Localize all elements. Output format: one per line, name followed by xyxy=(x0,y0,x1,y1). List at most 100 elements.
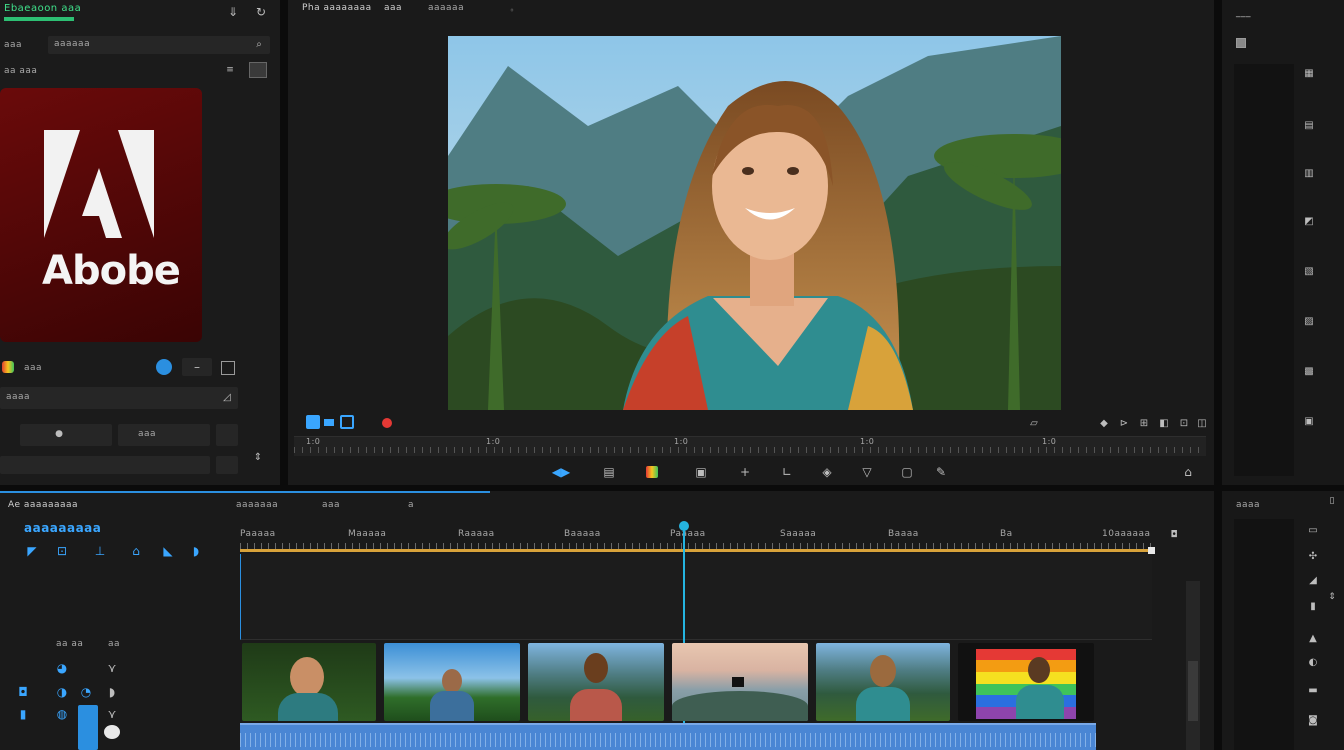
snap-icon[interactable]: ◤ xyxy=(24,543,40,559)
link-icon[interactable] xyxy=(156,359,172,375)
marker-clear-button[interactable] xyxy=(340,415,354,429)
tool-icon-c[interactable]: ⊞ xyxy=(1138,416,1150,430)
right-tool-6-icon[interactable]: ▨ xyxy=(1302,314,1316,328)
captions-icon[interactable]: ◣ xyxy=(160,543,176,559)
right-panel-menu-icon[interactable] xyxy=(1236,38,1246,48)
option-c[interactable] xyxy=(216,424,238,446)
zoom-tool-icon[interactable]: ◙ xyxy=(1306,713,1320,727)
right-tool-7-icon[interactable]: ▩ xyxy=(1302,364,1316,378)
track-sync-icon[interactable]: ◕ xyxy=(54,661,70,675)
refresh-icon[interactable]: ↻ xyxy=(252,3,270,21)
a1-target-icon[interactable]: ▮ xyxy=(16,707,30,721)
page-icon[interactable]: ▱ xyxy=(1028,416,1040,430)
color-label-icon[interactable] xyxy=(2,361,14,373)
timecode-display[interactable]: aaaaaaaaa xyxy=(24,521,101,535)
path-field[interactable]: aaaa ◿ xyxy=(0,387,238,409)
tool-icon-a[interactable]: ◆ xyxy=(1098,416,1110,430)
ripple-tool-icon[interactable]: ✣ xyxy=(1306,549,1320,563)
new-item-icon[interactable] xyxy=(221,361,235,375)
right-tool-4-icon[interactable]: ◩ xyxy=(1302,214,1316,228)
timeline-vscroll[interactable] xyxy=(1186,581,1200,750)
monitor-tab-1[interactable]: Pha aaaaaaaa xyxy=(302,3,372,13)
lift-icon[interactable]: ◈ xyxy=(818,464,836,480)
a1-mute-icon[interactable]: ⋎ xyxy=(104,707,120,721)
marker-out-button[interactable] xyxy=(324,419,334,426)
linked-selection-icon[interactable]: ⊡ xyxy=(54,543,70,559)
work-area-bar[interactable] xyxy=(240,549,1152,552)
option-a[interactable]: ● xyxy=(20,424,112,446)
safe-margin-icon[interactable]: ▢ xyxy=(898,464,916,480)
monitor-tab-3[interactable]: aaaaaa xyxy=(428,3,464,13)
option-b[interactable]: aaa xyxy=(118,424,210,446)
expand-icon[interactable]: ⇕ xyxy=(250,444,266,470)
sequence-icon[interactable]: ◗ xyxy=(188,543,204,559)
tool-icon-e[interactable]: ⊡ xyxy=(1178,416,1190,430)
list-view-icon[interactable]: ≡ xyxy=(224,62,236,78)
minus-button[interactable]: – xyxy=(182,358,212,376)
right-tool-8-icon[interactable]: ▣ xyxy=(1302,414,1316,428)
timeline-tab-b[interactable]: aaa xyxy=(322,500,340,510)
monitor-tab-2[interactable]: aaa xyxy=(384,3,402,13)
monitor-ruler[interactable]: 1:0 1:0 1:0 1:0 1:0 xyxy=(294,436,1206,456)
export-frame-icon[interactable]: ▣ xyxy=(692,464,710,480)
a1-active-toggle[interactable] xyxy=(78,705,98,750)
add-icon[interactable]: + xyxy=(736,464,754,480)
zoom-slider[interactable] xyxy=(0,456,210,474)
right-tool-3-icon[interactable]: ▥ xyxy=(1302,166,1316,180)
v1-eye-icon[interactable]: ◗ xyxy=(104,685,120,699)
timeline-vscroll-thumb[interactable] xyxy=(1188,661,1198,721)
extract-icon[interactable]: ▽ xyxy=(858,464,876,480)
timeline-ruler[interactable]: Paaaaa Maaaaa Raaaaa Baaaaa Paaaaa Saaaa… xyxy=(240,521,1160,554)
settings-wrench-icon[interactable]: ⌂ xyxy=(128,543,144,559)
tool-icon-f[interactable]: ◫ xyxy=(1196,416,1208,430)
monitor-menu-icon[interactable]: ◦ xyxy=(506,4,518,16)
timeline-tab-c[interactable]: a xyxy=(408,500,414,510)
timeline-tab-a[interactable]: aaaaaaa xyxy=(236,500,278,510)
trim-icon[interactable]: ∟ xyxy=(778,464,796,480)
divider-right[interactable] xyxy=(1214,0,1222,750)
v1-sync-icon[interactable]: ◑ xyxy=(54,685,70,699)
track-visibility-icon[interactable]: ⋎ xyxy=(104,661,120,675)
pen-icon[interactable]: ✎ xyxy=(932,464,950,480)
video-clip[interactable] xyxy=(958,643,1094,721)
button-editor-icon[interactable]: ⌂ xyxy=(1178,464,1198,480)
pen-tool-icon[interactable]: ▲ xyxy=(1306,631,1320,645)
a1-sync-icon[interactable]: ◍ xyxy=(54,707,70,721)
video-clip[interactable] xyxy=(384,643,520,721)
video-clip[interactable] xyxy=(242,643,376,721)
add-marker-icon[interactable]: ⊥ xyxy=(92,543,108,559)
tool-icon-d[interactable]: ◧ xyxy=(1158,416,1170,430)
v1-lock-icon[interactable]: ◔ xyxy=(78,685,94,699)
work-area-end-handle[interactable] xyxy=(1148,547,1155,554)
hand-tool-icon[interactable]: ◐ xyxy=(1306,655,1320,669)
slip-tool-icon[interactable]: ▮ xyxy=(1306,599,1320,613)
panel-close-icon[interactable]: ▯ xyxy=(1326,495,1338,507)
color-wheel-icon[interactable] xyxy=(646,466,658,478)
search-input[interactable]: aaaaaa ⌕ xyxy=(48,36,270,54)
pin-icon[interactable]: ⇓ xyxy=(224,3,242,21)
selection-tool-icon[interactable]: ▭ xyxy=(1306,523,1320,537)
play-toggle-icon[interactable]: ◀▶ xyxy=(552,464,570,480)
step-back-icon[interactable]: ▤ xyxy=(600,464,618,480)
tool-icon-b[interactable]: ⊳ xyxy=(1118,416,1130,430)
right-tool-2-icon[interactable]: ▤ xyxy=(1302,118,1316,132)
type-tool-icon[interactable]: ▬ xyxy=(1306,683,1320,697)
right-panel-title: ___ xyxy=(1236,8,1251,18)
marker-in-button[interactable] xyxy=(306,415,320,429)
video-clip[interactable] xyxy=(816,643,950,721)
right-tool-5-icon[interactable]: ▧ xyxy=(1302,264,1316,278)
grid-view-icon[interactable] xyxy=(249,62,267,78)
ruler-menu-icon[interactable]: ◘ xyxy=(1168,529,1180,541)
divider-left[interactable] xyxy=(280,0,288,486)
razor-tool-icon[interactable]: ◢ xyxy=(1306,573,1320,587)
media-thumbnail-logo[interactable]: Abobe xyxy=(0,88,202,342)
video-clip[interactable] xyxy=(672,643,808,721)
playhead-handle[interactable] xyxy=(679,521,689,531)
a1-solo-button[interactable] xyxy=(104,725,120,739)
right-tool-1-icon[interactable]: ▦ xyxy=(1302,66,1316,80)
video-clip[interactable] xyxy=(528,643,664,721)
v1-target-icon[interactable]: ◘ xyxy=(16,685,30,699)
settings-button[interactable] xyxy=(216,456,238,474)
audio-track-a1[interactable] xyxy=(240,723,1096,750)
panel-expand-icon[interactable]: ⇕ xyxy=(1326,591,1338,603)
